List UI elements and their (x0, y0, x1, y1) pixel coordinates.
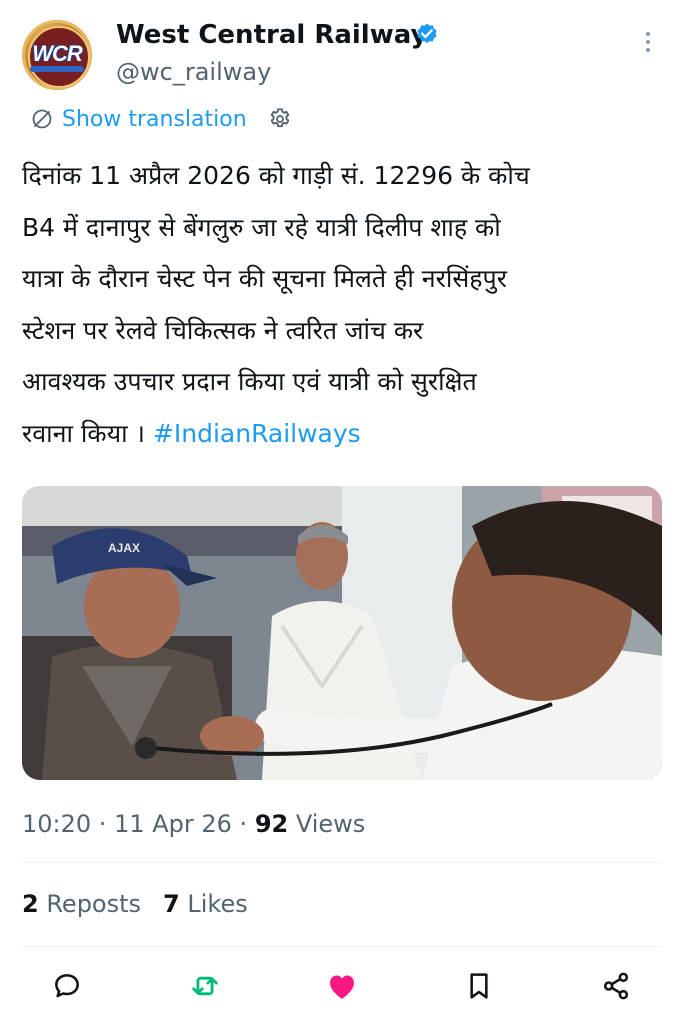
share-button[interactable] (596, 966, 636, 1006)
tweet-line: यात्रा के दौरान चेस्ट पेन की सूचना मिलते… (22, 264, 507, 293)
cap-logo-text: AJAX (108, 541, 140, 555)
repost-icon (192, 976, 218, 996)
reposts-count: 2 (22, 890, 39, 918)
bookmark-button[interactable] (459, 966, 499, 1006)
reply-button[interactable] (47, 966, 87, 1006)
show-translation-link[interactable]: Show translation (62, 107, 247, 132)
reposts-label: Reposts (38, 890, 142, 918)
tweet-meta: 10:20 · 11 Apr 26 · 92 Views (22, 810, 365, 838)
share-icon (603, 972, 629, 1000)
repost-button[interactable] (185, 966, 225, 1006)
tweet-line: स्टेशन पर रेलवे चिकित्सक ने त्वरित जांच … (22, 315, 424, 345)
meta-separator: · (91, 810, 115, 838)
tweet-time[interactable]: 10:20 (22, 810, 91, 838)
likes-label: Likes (179, 890, 248, 918)
tweet-text: दिनांक 11 अप्रैल 2026 को गाड़ी सं. 12296… (22, 150, 662, 459)
avatar-logo-text: WCR (32, 41, 83, 66)
avatar[interactable]: WCR (22, 20, 92, 90)
photo-illustration: AJAX (22, 486, 662, 780)
verified-badge-icon (417, 23, 437, 44)
hashtag-link[interactable]: #IndianRailways (153, 419, 361, 448)
tweet-date[interactable]: 11 Apr 26 (114, 810, 232, 838)
tweet-header: WCR West Central Railway @wc_railway (0, 0, 683, 100)
like-button[interactable] (322, 966, 362, 1006)
bookmark-icon (470, 973, 488, 999)
translate-row: Show translation (30, 104, 293, 134)
reposts-stat[interactable]: 2 Reposts (22, 890, 141, 918)
divider (22, 862, 662, 863)
reply-icon (55, 974, 79, 998)
more-options-icon[interactable] (640, 28, 656, 60)
tweet-line: B4 में दानापुर से बेंगलुरु जा रहे यात्री… (22, 212, 501, 242)
views-label: Views (288, 810, 366, 838)
action-bar (0, 958, 683, 1018)
tweet-line: दिनांक 11 अप्रैल 2026 को गाड़ी सं. 12296… (22, 161, 530, 190)
likes-count: 7 (163, 890, 180, 918)
views-count: 92 (254, 810, 289, 838)
likes-stat[interactable]: 7 Likes (163, 890, 248, 918)
tweet-line: आवश्यक उपचार प्रदान किया एवं यात्री को स… (22, 367, 477, 396)
divider (22, 946, 662, 947)
translate-icon (32, 109, 52, 129)
account-handle[interactable]: @wc_railway (116, 58, 271, 86)
account-name[interactable]: West Central Railway (116, 20, 427, 50)
tweet-line: रवाना किया । (22, 418, 145, 448)
gear-icon[interactable] (267, 106, 293, 132)
like-icon (330, 975, 354, 999)
engagement-stats: 2 Reposts 7 Likes (22, 890, 248, 918)
tweet-photo[interactable]: AJAX (22, 486, 662, 780)
meta-separator: · (231, 810, 255, 838)
